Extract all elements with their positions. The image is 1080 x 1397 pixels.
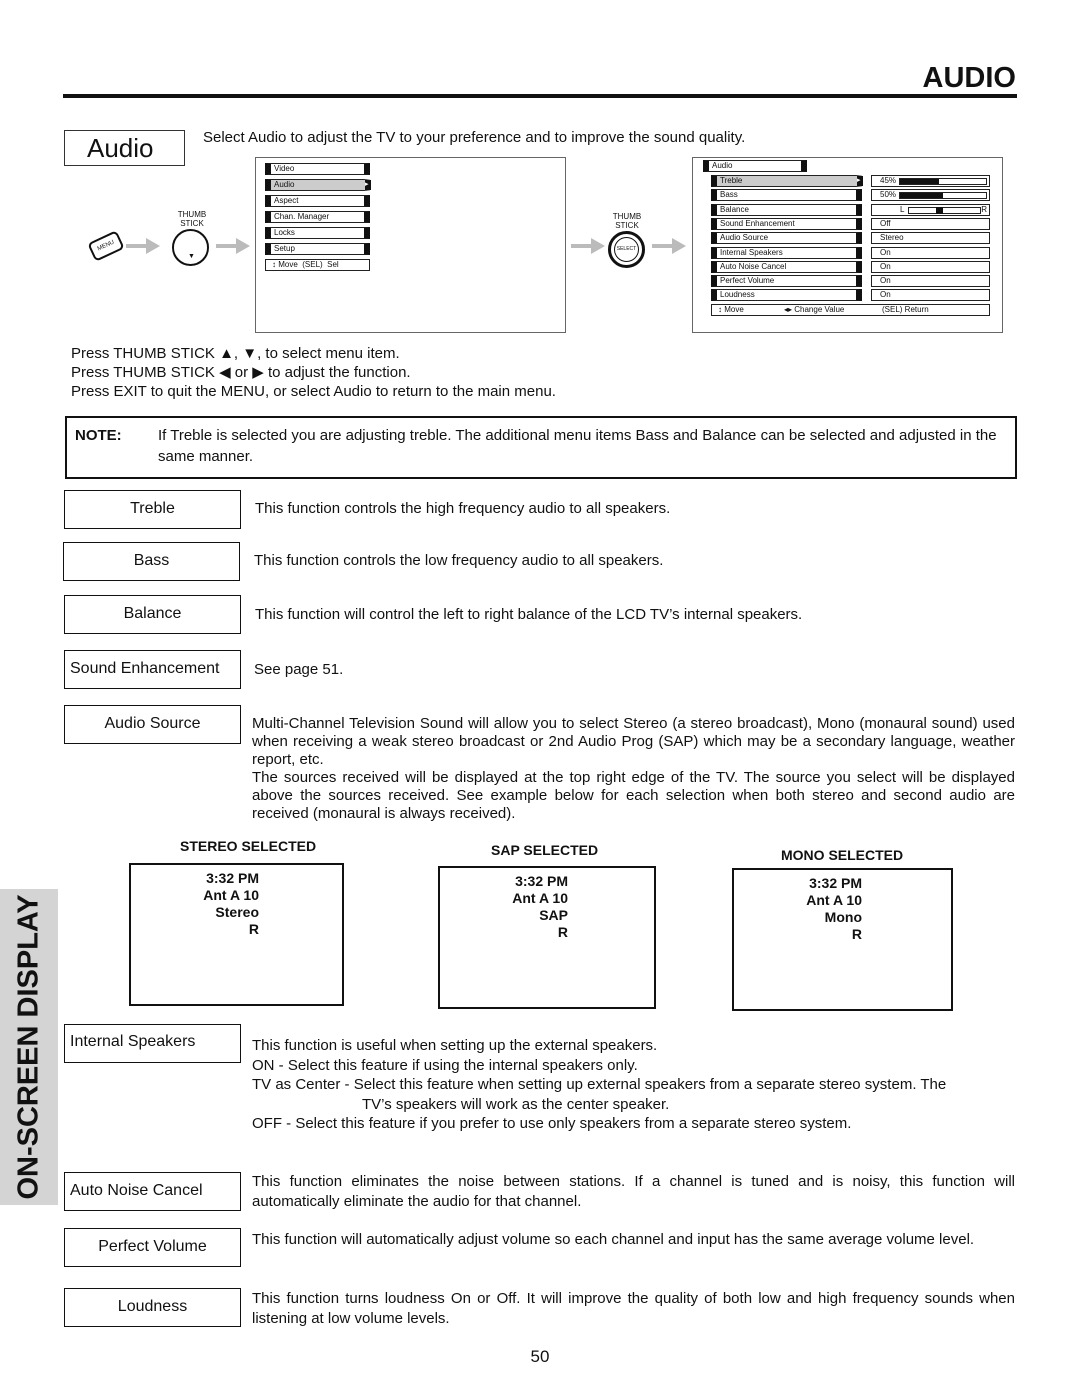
arrow-right-icon (652, 238, 686, 254)
instruction-line: Press THUMB STICK ▲, ▼, to select menu i… (71, 345, 400, 362)
side-tab: ON-SCREEN DISPLAY (0, 889, 58, 1205)
audio-menu-value: On (871, 289, 990, 302)
instruction-line: Press THUMB STICK ◀ or ▶ to adjust the f… (71, 364, 411, 381)
audio-menu-item[interactable]: Internal Speakers (711, 246, 862, 259)
menu-item[interactable]: Setup (265, 243, 370, 255)
menu-item[interactable]: Locks (265, 227, 370, 239)
arrow-right-icon (126, 238, 160, 254)
label-bass: Bass (63, 542, 240, 581)
arrow-right-icon (571, 238, 605, 254)
audio-menu-value: On (871, 275, 990, 288)
audio-menu-item[interactable]: Loudness (711, 289, 862, 302)
desc-internal-speakers: This function is useful when setting up … (252, 1037, 947, 1132)
audio-menu-value: 45% (871, 175, 990, 187)
audio-menu-item[interactable]: Audio Source (711, 232, 862, 245)
header-rule (63, 94, 1017, 98)
instruction-line: Press EXIT to quit the MENU, or select A… (71, 383, 556, 400)
audio-menu-value: On (871, 260, 990, 273)
label-audio-source: Audio Source (64, 705, 241, 744)
audio-menu-value: Off (871, 217, 990, 230)
desc-audio-source: Multi-Channel Television Sound will allo… (252, 715, 1015, 822)
example-screen-stereo: 3:32 PM Ant A 10 Stereo R (129, 863, 344, 1006)
desc-bass: This function controls the low frequency… (254, 552, 664, 569)
section-title: AUDIO (922, 62, 1016, 94)
menu-item[interactable]: Aspect (265, 195, 370, 207)
desc-loudness: This function turns loudness On or Off. … (252, 1290, 1015, 1327)
audio-menu-value: On (871, 246, 990, 259)
menu-item[interactable]: Chan. Manager (265, 211, 370, 223)
note-box: NOTE: If Treble is selected you are adju… (65, 416, 1017, 479)
label-auto-noise-cancel: Auto Noise Cancel (64, 1172, 241, 1211)
thumb-stick-label: THUMB STICK (177, 210, 207, 228)
example-screen-sap: 3:32 PM Ant A 10 SAP R (438, 866, 656, 1009)
label-loudness: Loudness (64, 1288, 241, 1327)
audio-menu-item[interactable]: Balance (711, 203, 862, 216)
instructions: Press THUMB STICK ▲, ▼, to select menu i… (71, 344, 556, 401)
audio-menu-screen: Audio Treble 45% Bass 50% Balance LR Sound Enha… (692, 157, 1003, 333)
menu-footer: ↕ Move (SEL) Sel (265, 259, 370, 271)
example-title-mono: MONO SELECTED (781, 847, 904, 863)
audio-menu-item[interactable]: Auto Noise Cancel (711, 260, 862, 273)
label-sound-enhancement: Sound Enhancement (64, 650, 241, 689)
main-menu-screen: Video Audio Aspect Chan. Manager Locks Setup ↕… (255, 157, 566, 333)
thumb-stick-select-icon: SELECT (608, 231, 645, 268)
thumb-stick-down-icon: ▼ (172, 229, 209, 266)
menu-item[interactable]: Video (265, 163, 370, 175)
audio-menu-item[interactable]: Bass (711, 189, 862, 202)
audio-title-box: Audio (64, 130, 185, 166)
menu-item[interactable]: Audio (265, 179, 371, 191)
audio-menu-footer: ↕ Move ◂▸ Change Value (SEL) Return (711, 304, 990, 316)
audio-menu-item[interactable]: Treble (711, 175, 863, 187)
label-internal-speakers: Internal Speakers (64, 1024, 241, 1063)
label-balance: Balance (64, 595, 241, 634)
note-text: If Treble is selected you are adjusting … (158, 427, 997, 465)
audio-menu-value: 50% (871, 189, 990, 202)
desc-treble: This function controls the high frequenc… (255, 500, 671, 517)
example-title-sap: SAP SELECTED (491, 842, 599, 858)
page-number: 50 (530, 1347, 550, 1366)
label-treble: Treble (64, 490, 241, 529)
note-label: NOTE: (75, 427, 122, 444)
desc-auto-noise-cancel: This function eliminates the noise betwe… (252, 1173, 1015, 1210)
example-title-stereo: STEREO SELECTED (180, 838, 317, 854)
audio-menu-item[interactable]: Sound Enhancement (711, 217, 862, 230)
menu-button-icon: MENU (87, 230, 125, 262)
example-screen-mono: 3:32 PM Ant A 10 Mono R (732, 868, 953, 1011)
intro-text: Select Audio to adjust the TV to your pr… (203, 129, 746, 146)
audio-menu-item[interactable]: Perfect Volume (711, 275, 862, 288)
desc-sound-enhancement: See page 51. (254, 661, 344, 678)
desc-perfect-volume: This function will automatically adjust … (252, 1231, 975, 1248)
arrow-right-icon (216, 238, 250, 254)
desc-balance: This function will control the left to r… (255, 606, 803, 623)
label-perfect-volume: Perfect Volume (64, 1228, 241, 1267)
audio-menu-value: Stereo (871, 232, 990, 245)
audio-menu-value: LR (871, 203, 990, 216)
thumb-stick-label: THUMB STICK (612, 212, 642, 230)
audio-menu-title: Audio (703, 160, 807, 172)
